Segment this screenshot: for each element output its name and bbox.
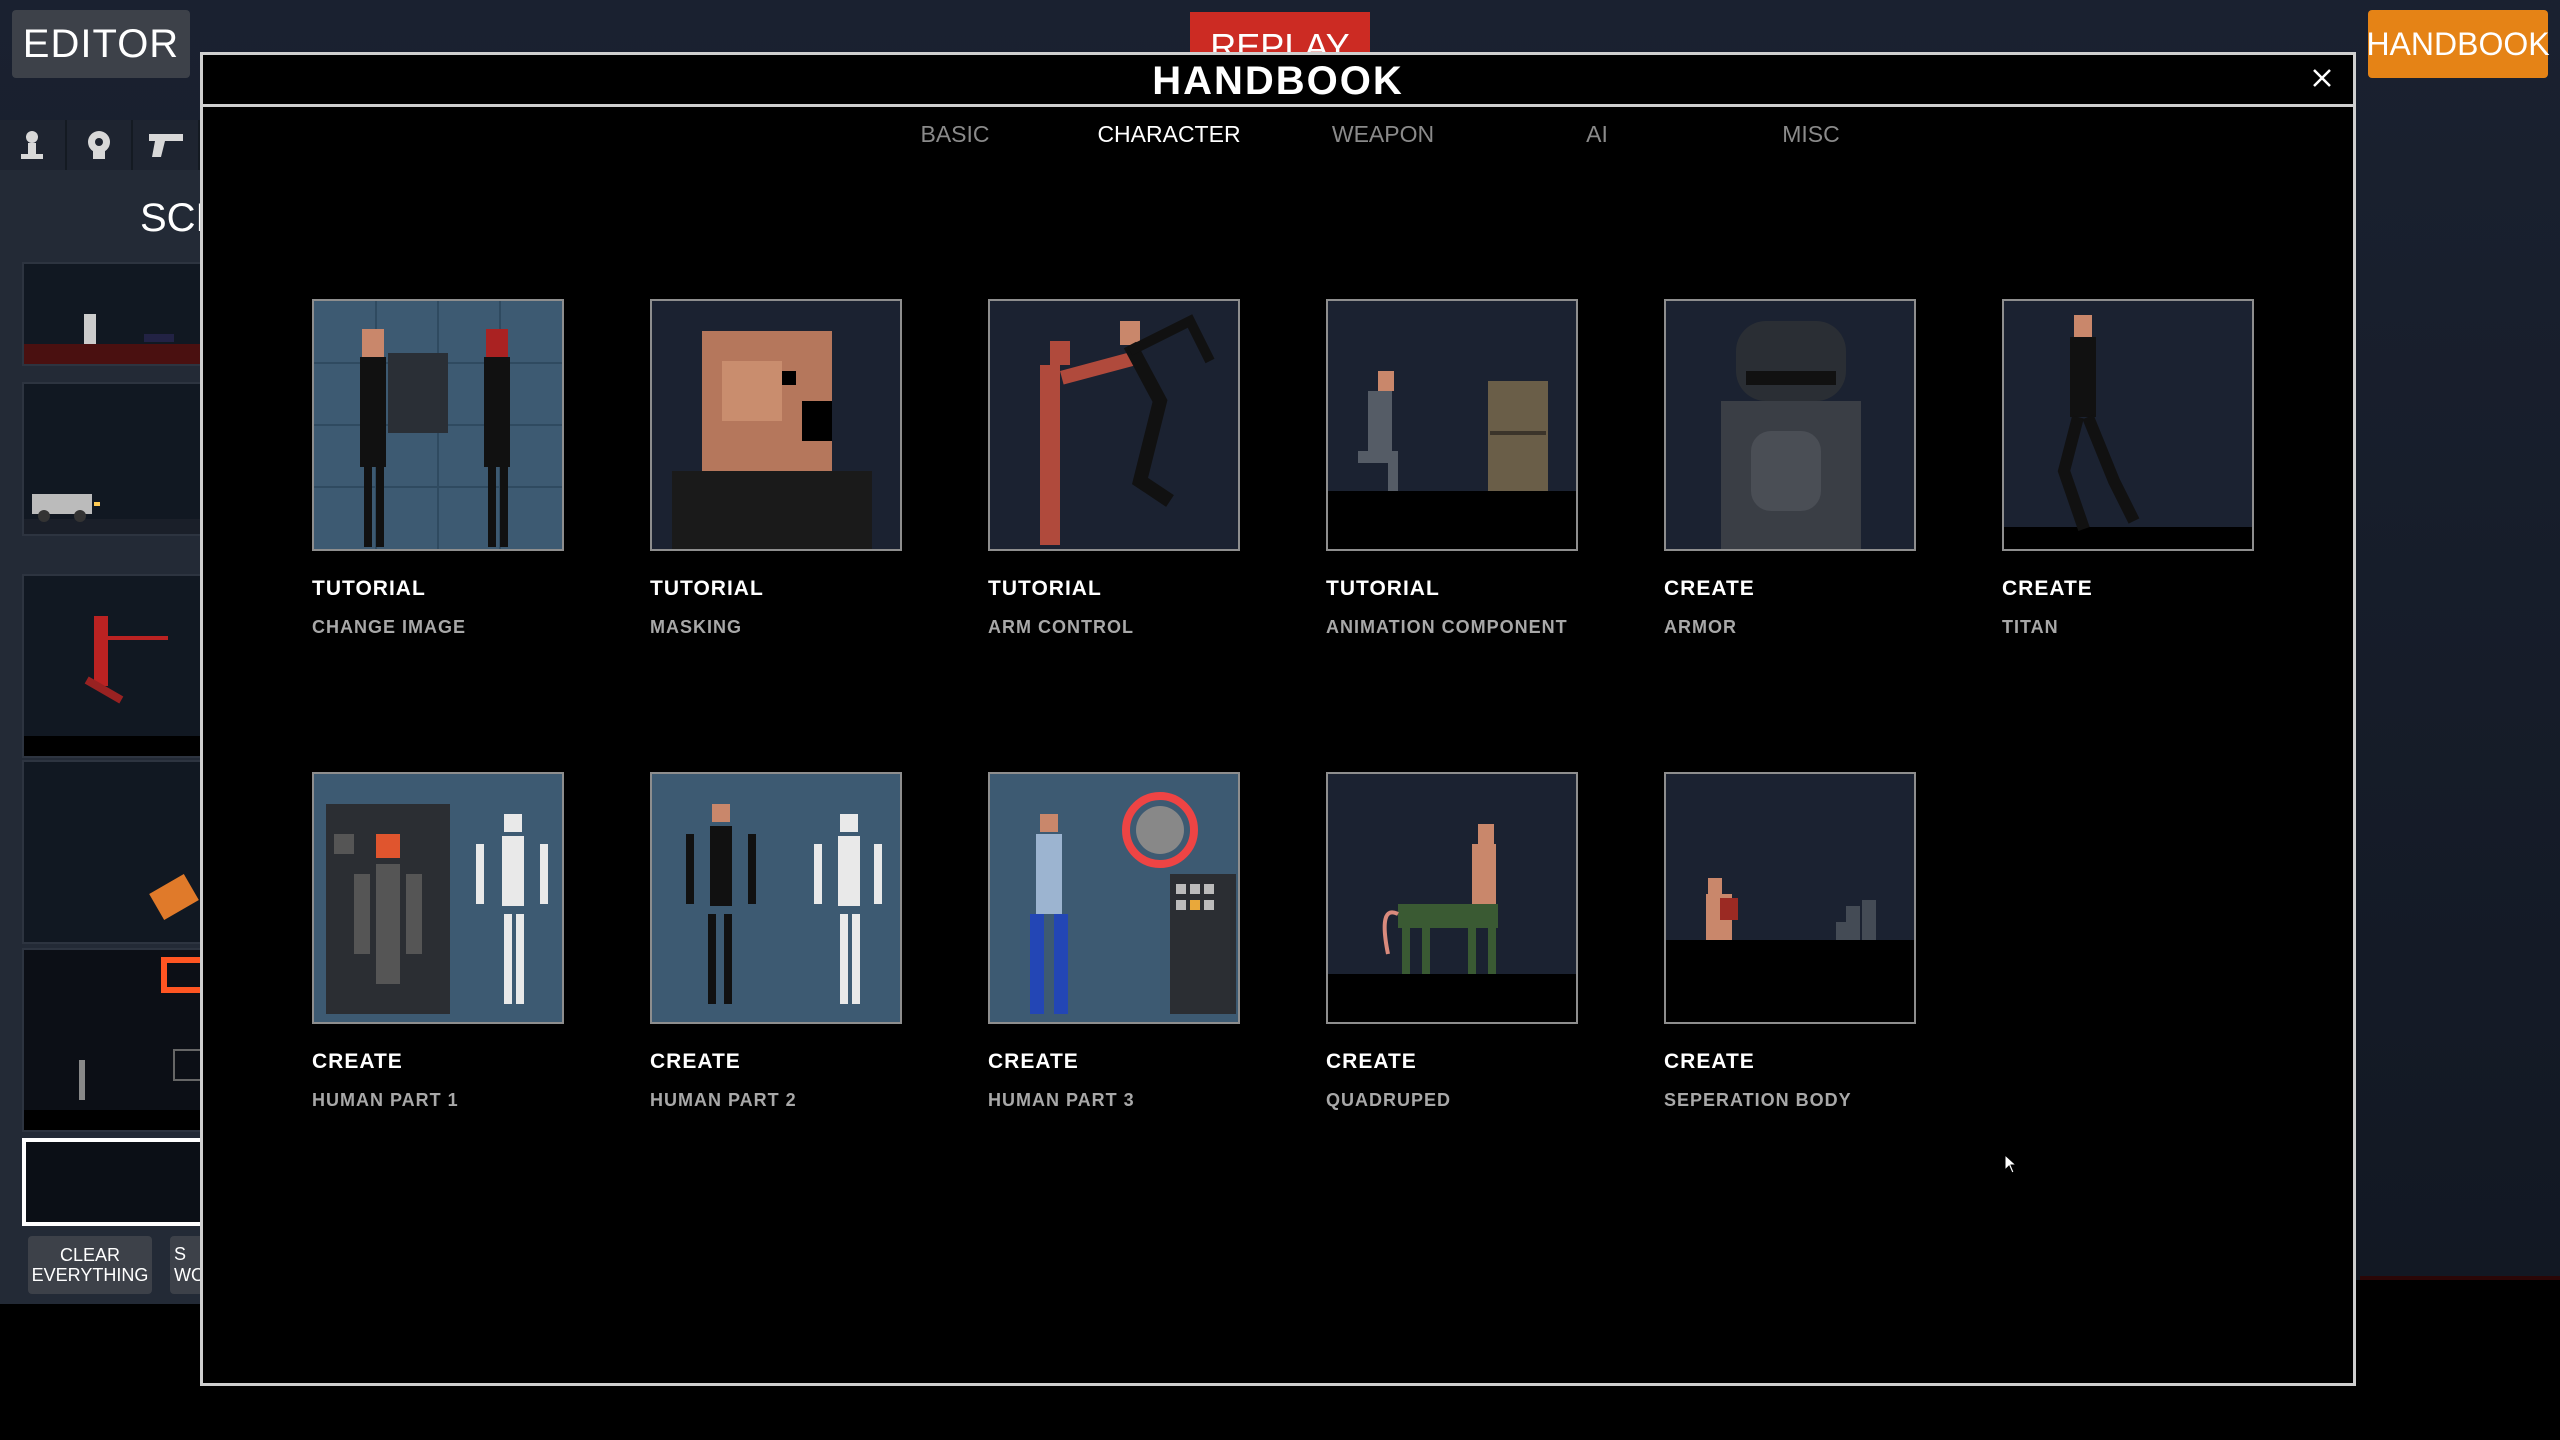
handbook-button[interactable]: HANDBOOK [2366,10,2550,78]
card-thumbnail [1664,772,1916,1024]
handbook-card[interactable]: TUTORIAL ARM CONTROL [988,299,1248,637]
left-panel-tabs [0,120,201,170]
close-icon [2313,69,2331,87]
tab-basic[interactable]: BASIC [855,121,1055,148]
handbook-card[interactable]: CREATE HUMAN PART 2 [650,772,910,1110]
tab-characters[interactable] [0,120,67,170]
card-name: ARM CONTROL [988,617,1134,637]
card-name: SEPERATION BODY [1664,1090,1852,1110]
scene-thumbnail[interactable] [22,760,206,944]
editor-button-label: EDITOR [22,21,180,66]
scene-thumbnail[interactable] [22,382,206,536]
handbook-button-label: HANDBOOK [2366,25,2550,62]
card-kind: TUTORIAL [988,577,1102,600]
card-name: ARMOR [1664,617,1737,637]
card-thumbnail [312,299,564,551]
tab-misc[interactable]: MISC [1711,121,1911,148]
card-thumbnail [650,772,902,1024]
card-kind: CREATE [1664,577,1755,600]
editor-button[interactable]: EDITOR [12,10,190,78]
card-name: HUMAN PART 1 [312,1090,459,1110]
scene-thumbnail-image [24,616,204,756]
card-kind: CREATE [2002,577,2093,600]
card-kind: TUTORIAL [312,577,426,600]
card-kind: CREATE [1326,1050,1417,1073]
card-name: ANIMATION COMPONENT [1326,617,1568,637]
modal-title: HANDBOOK [1152,59,1404,103]
card-name: MASKING [650,617,742,637]
handbook-card[interactable]: CREATE HUMAN PART 1 [312,772,572,1110]
person-icon [21,131,44,159]
scene-thumbnail-image [24,314,204,364]
card-name: CHANGE IMAGE [312,617,467,637]
handbook-card[interactable]: CREATE QUADRUPED [1326,772,1586,1110]
card-kind: TUTORIAL [1326,577,1440,600]
modal-header: HANDBOOK [203,55,2353,107]
card-name: HUMAN PART 2 [650,1090,797,1110]
scene-thumbnail[interactable] [22,574,206,758]
card-kind: CREATE [1664,1050,1755,1073]
tab-character[interactable]: CHARACTER [1069,121,1269,148]
tab-ai[interactable]: AI [1497,121,1697,148]
handbook-card[interactable]: CREATE ARMOR [1664,299,1924,637]
card-name: HUMAN PART 3 [988,1090,1135,1110]
card-thumbnail [1326,772,1578,1024]
handbook-card[interactable]: TUTORIAL ANIMATION COMPONENT [1326,299,1586,637]
handbook-card[interactable]: CREATE HUMAN PART 3 [988,772,1248,1110]
clear-everything-button[interactable]: CLEAR EVERYTHING [28,1236,152,1294]
card-thumbnail [988,772,1240,1024]
card-kind: TUTORIAL [650,577,764,600]
clear-label-line2: EVERYTHING [31,1265,149,1285]
gun-icon [148,134,183,157]
card-thumbnail [650,299,902,551]
close-button[interactable] [2307,63,2337,93]
handbook-card[interactable]: CREATE TITAN [2002,299,2262,637]
card-thumbnail [988,299,1240,551]
clear-label-line1: CLEAR [59,1245,120,1265]
handbook-modal: HANDBOOK BASIC CHARACTER WEAPON AI MISC … [200,52,2356,1386]
card-thumbnail [1664,299,1916,551]
scene-thumbnail[interactable] [22,262,206,366]
tab-ai[interactable] [66,120,134,170]
brain-icon [88,131,110,159]
scene-thumbnail-image [149,874,199,920]
card-kind: CREATE [988,1050,1079,1073]
card-name: QUADRUPED [1326,1090,1452,1110]
mouse-cursor-icon [2004,1154,2018,1174]
card-kind: CREATE [650,1050,741,1073]
handbook-card[interactable]: TUTORIAL MASKING [650,299,910,637]
scene-thumbnail-image [24,494,204,534]
tab-weapons[interactable] [133,120,201,170]
tab-weapon[interactable]: WEAPON [1283,121,1483,148]
scene-edge [2360,1276,2560,1280]
scene-thumbnail-selected[interactable] [22,1138,210,1226]
card-kind: CREATE [312,1050,403,1073]
card-thumbnail [1326,299,1578,551]
scene-thumbnail[interactable] [22,948,207,1132]
scene-thumbnail-image [24,957,207,1130]
card-name: TITAN [2002,617,2059,637]
handbook-card[interactable]: CREATE SEPERATION BODY [1664,772,1924,1110]
card-thumbnail [312,772,564,1024]
handbook-card[interactable]: TUTORIAL CHANGE IMAGE [312,299,572,637]
card-thumbnail [2002,299,2254,551]
